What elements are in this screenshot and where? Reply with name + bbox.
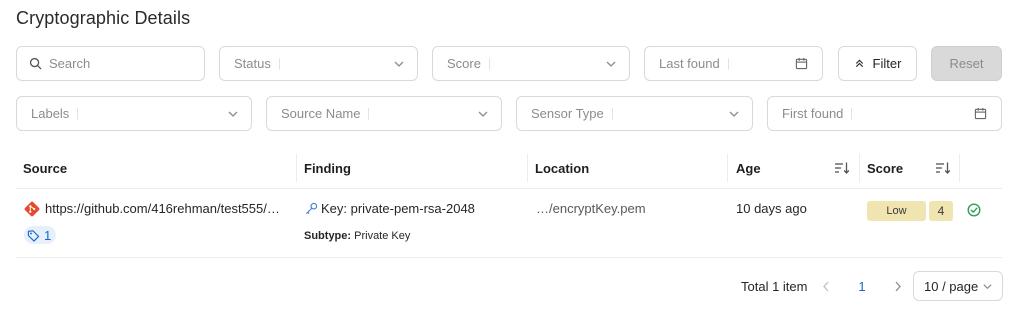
search-icon	[29, 57, 42, 70]
column-header-location: Location	[535, 160, 590, 176]
column-divider	[527, 154, 528, 182]
divider	[77, 107, 79, 120]
divider	[851, 107, 853, 120]
subtype-label: Subtype:	[304, 230, 352, 242]
calendar-icon	[795, 57, 808, 70]
search-input[interactable]: Search	[16, 46, 205, 81]
age-value: 10 days ago	[736, 201, 807, 216]
chevron-down-icon	[228, 111, 238, 117]
divider	[278, 57, 280, 70]
divider	[488, 57, 490, 70]
page-size-value: 10 / page	[924, 278, 979, 294]
column-header-age[interactable]: Age	[736, 147, 761, 189]
status-placeholder: Status	[234, 56, 271, 71]
page-title: Cryptographic Details	[16, 8, 191, 28]
reset-button-label: Reset	[949, 56, 984, 71]
finding-label: Key: private-pem-rsa-2048	[321, 201, 475, 216]
finding-subtype: Subtype: Private Key	[304, 230, 410, 242]
column-header-source: Source	[23, 160, 68, 176]
column-header-score[interactable]: Score	[867, 147, 903, 189]
table-header: Source Finding Location Age Score	[16, 147, 1002, 189]
location-path: …/encryptKey.pem	[536, 201, 646, 216]
divider	[727, 57, 729, 70]
pagination-page-current[interactable]: 1	[856, 272, 868, 300]
score-value-badge: 4	[929, 201, 953, 221]
chevron-down-icon	[478, 111, 488, 117]
calendar-icon	[974, 107, 987, 120]
score-select[interactable]: Score	[432, 46, 630, 81]
check-circle-icon[interactable]	[967, 203, 981, 217]
source-name-select[interactable]: Source Name	[266, 96, 502, 131]
tag-count: 1	[44, 227, 52, 243]
status-select[interactable]: Status	[219, 46, 418, 81]
sort-icon[interactable]	[935, 160, 951, 176]
double-chevron-up-icon	[855, 59, 863, 68]
table-row[interactable]: https://github.com/416rehman/test555/… 1…	[16, 189, 1002, 258]
tag-icon	[27, 229, 40, 242]
chevron-down-icon	[729, 111, 739, 117]
finding-name[interactable]: Key: private-pem-rsa-2048	[305, 201, 475, 216]
key-icon	[305, 202, 318, 215]
chevron-down-icon	[394, 61, 404, 67]
chevron-right-icon	[895, 281, 901, 291]
labels-select[interactable]: Labels	[16, 96, 252, 131]
first-found-datepicker[interactable]: First found	[767, 96, 1002, 131]
pagination-total: Total 1 item	[741, 278, 808, 294]
score-placeholder: Score	[447, 56, 481, 71]
subtype-value: Private Key	[354, 230, 411, 242]
search-placeholder: Search	[49, 56, 91, 71]
score-level-badge: Low	[867, 201, 926, 221]
labels-placeholder: Labels	[31, 106, 70, 121]
page-size-select[interactable]: 10 / page	[913, 271, 1003, 301]
filter-button-label: Filter	[872, 56, 902, 71]
column-header-finding: Finding	[304, 160, 351, 176]
chevron-down-icon	[983, 284, 992, 290]
sort-icon[interactable]	[834, 160, 850, 176]
sensor-type-select[interactable]: Sensor Type	[516, 96, 753, 131]
chevron-left-icon	[823, 281, 829, 291]
column-divider	[296, 154, 297, 182]
column-divider	[959, 154, 960, 182]
last-found-placeholder: Last found	[659, 56, 720, 71]
divider	[368, 107, 370, 120]
pagination-next-button[interactable]	[892, 272, 904, 300]
tag-count-badge[interactable]: 1	[24, 226, 57, 244]
last-found-datepicker[interactable]: Last found	[644, 46, 823, 81]
reset-button[interactable]: Reset	[931, 46, 1002, 81]
pagination-prev-button[interactable]	[820, 272, 832, 300]
source-name-placeholder: Source Name	[281, 106, 361, 121]
column-divider	[727, 154, 728, 182]
source-url-link[interactable]: https://github.com/416rehman/test555/…	[45, 201, 280, 216]
chevron-down-icon	[606, 61, 616, 67]
divider	[611, 107, 613, 120]
first-found-placeholder: First found	[782, 106, 844, 121]
git-icon	[24, 201, 40, 217]
sensor-type-placeholder: Sensor Type	[531, 106, 604, 121]
filter-button[interactable]: Filter	[838, 46, 917, 81]
column-divider	[859, 154, 860, 182]
